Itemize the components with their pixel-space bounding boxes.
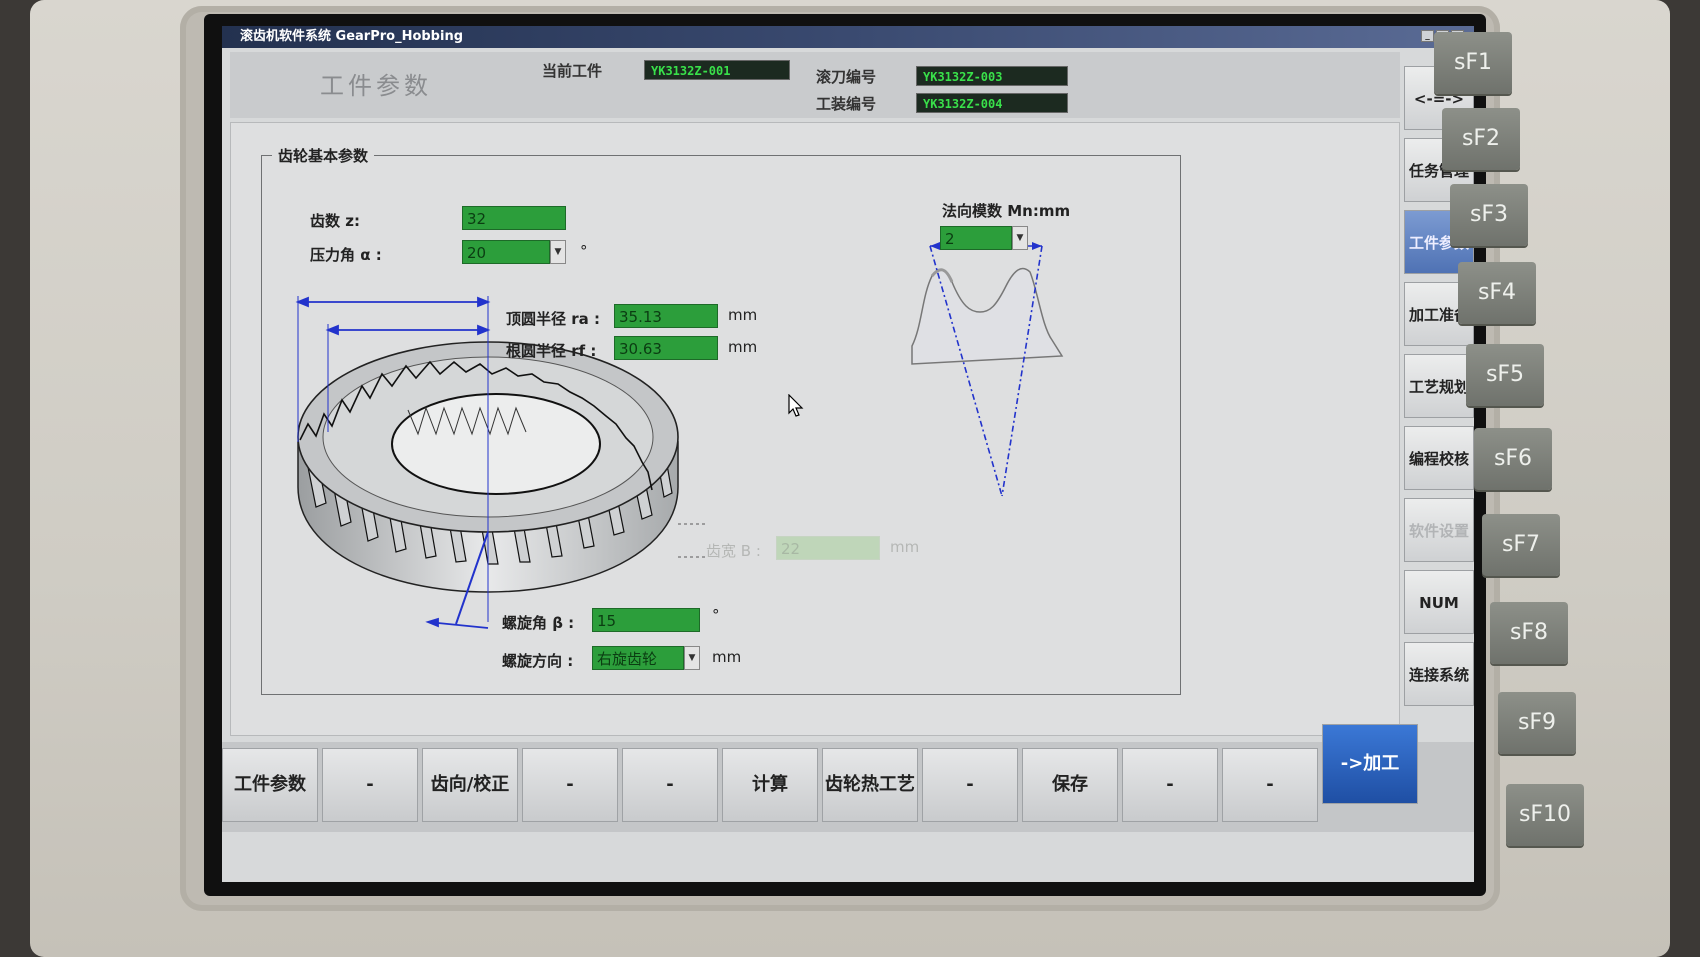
sidebar: <-=-> 任务管理 工件参数 加工准备 工艺规划 编程校核 软件设置 NUM … [1404,66,1474,766]
hw-key-sf2[interactable]: sF2 [1442,108,1520,170]
mouse-cursor-icon [788,394,804,417]
gear-bore [391,393,601,495]
page-title: 工件参数 [320,72,432,100]
group-title: 齿轮基本参数 [272,145,375,166]
fixture-number-label: 工装编号 [816,95,877,113]
softkey-heat-treatment[interactable]: 齿轮热工艺 [822,748,918,822]
main-panel: 齿轮基本参数 齿数 z: 32 压力角 α: 20 ▼ ° 法向模数 Mn:m… [230,122,1400,736]
sidebar-item-program-check[interactable]: 编程校核 [1404,426,1474,490]
pressure-angle-select[interactable]: 20 [462,240,550,264]
chevron-down-icon[interactable]: ▼ [1012,226,1028,250]
helix-direction-unit: mm [712,648,742,666]
softkey-calculate[interactable]: 计算 [722,748,818,822]
softkey-save[interactable]: 保存 [1022,748,1118,822]
window-titlebar: 滚齿机软件系统 GearPro_Hobbing _ □ × [222,26,1474,48]
tip-radius-input[interactable]: 35.13 [614,304,718,328]
sidebar-item-process-planning[interactable]: 工艺规划 [1404,354,1474,418]
pressure-angle-unit: ° [580,242,588,260]
window-title: 滚齿机软件系统 GearPro_Hobbing [240,29,464,44]
helix-angle-input[interactable]: 15 [592,608,700,632]
hw-key-sf1[interactable]: sF1 [1434,32,1512,94]
sidebar-item-num-hmi[interactable]: NUM HMI [1404,570,1474,676]
hw-key-sf4[interactable]: sF4 [1458,262,1536,324]
tooth-shape [911,267,1064,365]
root-radius-input[interactable]: 30.63 [614,336,718,360]
face-width-unit: mm [890,538,920,556]
tooth-profile-diagram [911,242,1064,497]
softkey-workpiece-params[interactable]: 工件参数 [222,748,318,822]
softkey-4[interactable]: - [522,748,618,822]
softkey-11[interactable]: - [1222,748,1318,822]
hw-key-sf5[interactable]: sF5 [1466,344,1544,406]
current-workpiece-label: 当前工件 [542,62,603,80]
chevron-down-icon[interactable]: ▼ [684,646,700,670]
hw-key-sf6[interactable]: sF6 [1474,428,1552,490]
face-width-label: 齿宽 B : [706,542,761,560]
hw-key-sf10[interactable]: sF10 [1506,784,1584,846]
hob-number-field: YK3132Z-003 [916,66,1068,86]
softkey-10[interactable]: - [1122,748,1218,822]
normal-module-select[interactable]: 2 [940,226,1012,250]
hw-key-sf9[interactable]: sF9 [1498,692,1576,754]
hw-key-sf8[interactable]: sF8 [1490,602,1568,664]
display: 滚齿机软件系统 GearPro_Hobbing _ □ × 工件参数 当前工件 … [222,26,1474,882]
header: 工件参数 当前工件 YK3132Z-001 滚刀编号 YK3132Z-003 工… [230,52,1400,118]
softkey-go-machining[interactable]: ->加工 [1322,724,1418,804]
tip-radius-unit: mm [728,306,758,324]
softkey-bar: 工件参数 - 齿向/校正 - - 计算 齿轮热工艺 - 保存 - - ->加工 [222,724,1474,832]
teeth-count-input[interactable]: 32 [462,206,566,230]
tip-radius-label: 顶圆半径 ra : [506,310,600,328]
softkey-5[interactable]: - [622,748,718,822]
helix-direction-select[interactable]: 右旋齿轮 [592,646,684,670]
teeth-count-label: 齿数 z: [310,212,360,230]
normal-module-label: 法向模数 Mn:mm [942,202,1071,220]
hob-number-label: 滚刀编号 [816,68,877,86]
softkey-8[interactable]: - [922,748,1018,822]
root-radius-unit: mm [728,338,758,356]
face-width-input: 22 [776,536,880,560]
fixture-number-field: YK3132Z-004 [916,93,1068,113]
root-radius-label: 根圆半径 rf : [506,342,597,360]
sidebar-item-software-settings[interactable]: 软件设置 [1404,498,1474,562]
hw-key-sf3[interactable]: sF3 [1450,184,1528,246]
sidebar-item-connect-system[interactable]: 连接系统 [1404,642,1474,706]
gear-parameters-group: 齿轮基本参数 齿数 z: 32 压力角 α: 20 ▼ ° 法向模数 Mn:m… [261,145,1181,695]
pressure-angle-label: 压力角 α : [310,246,382,264]
current-workpiece-field: YK3132Z-001 [644,60,790,80]
hw-key-sf7[interactable]: sF7 [1482,514,1560,576]
helix-angle-label: 螺旋角 β : [502,614,575,632]
softkey-2[interactable]: - [322,748,418,822]
softkey-tooth-correction[interactable]: 齿向/校正 [422,748,518,822]
helix-angle-unit: ° [712,606,720,624]
helix-direction-label: 螺旋方向 : [502,652,574,670]
minimize-icon[interactable]: _ [1421,30,1434,42]
chevron-down-icon[interactable]: ▼ [550,240,566,264]
